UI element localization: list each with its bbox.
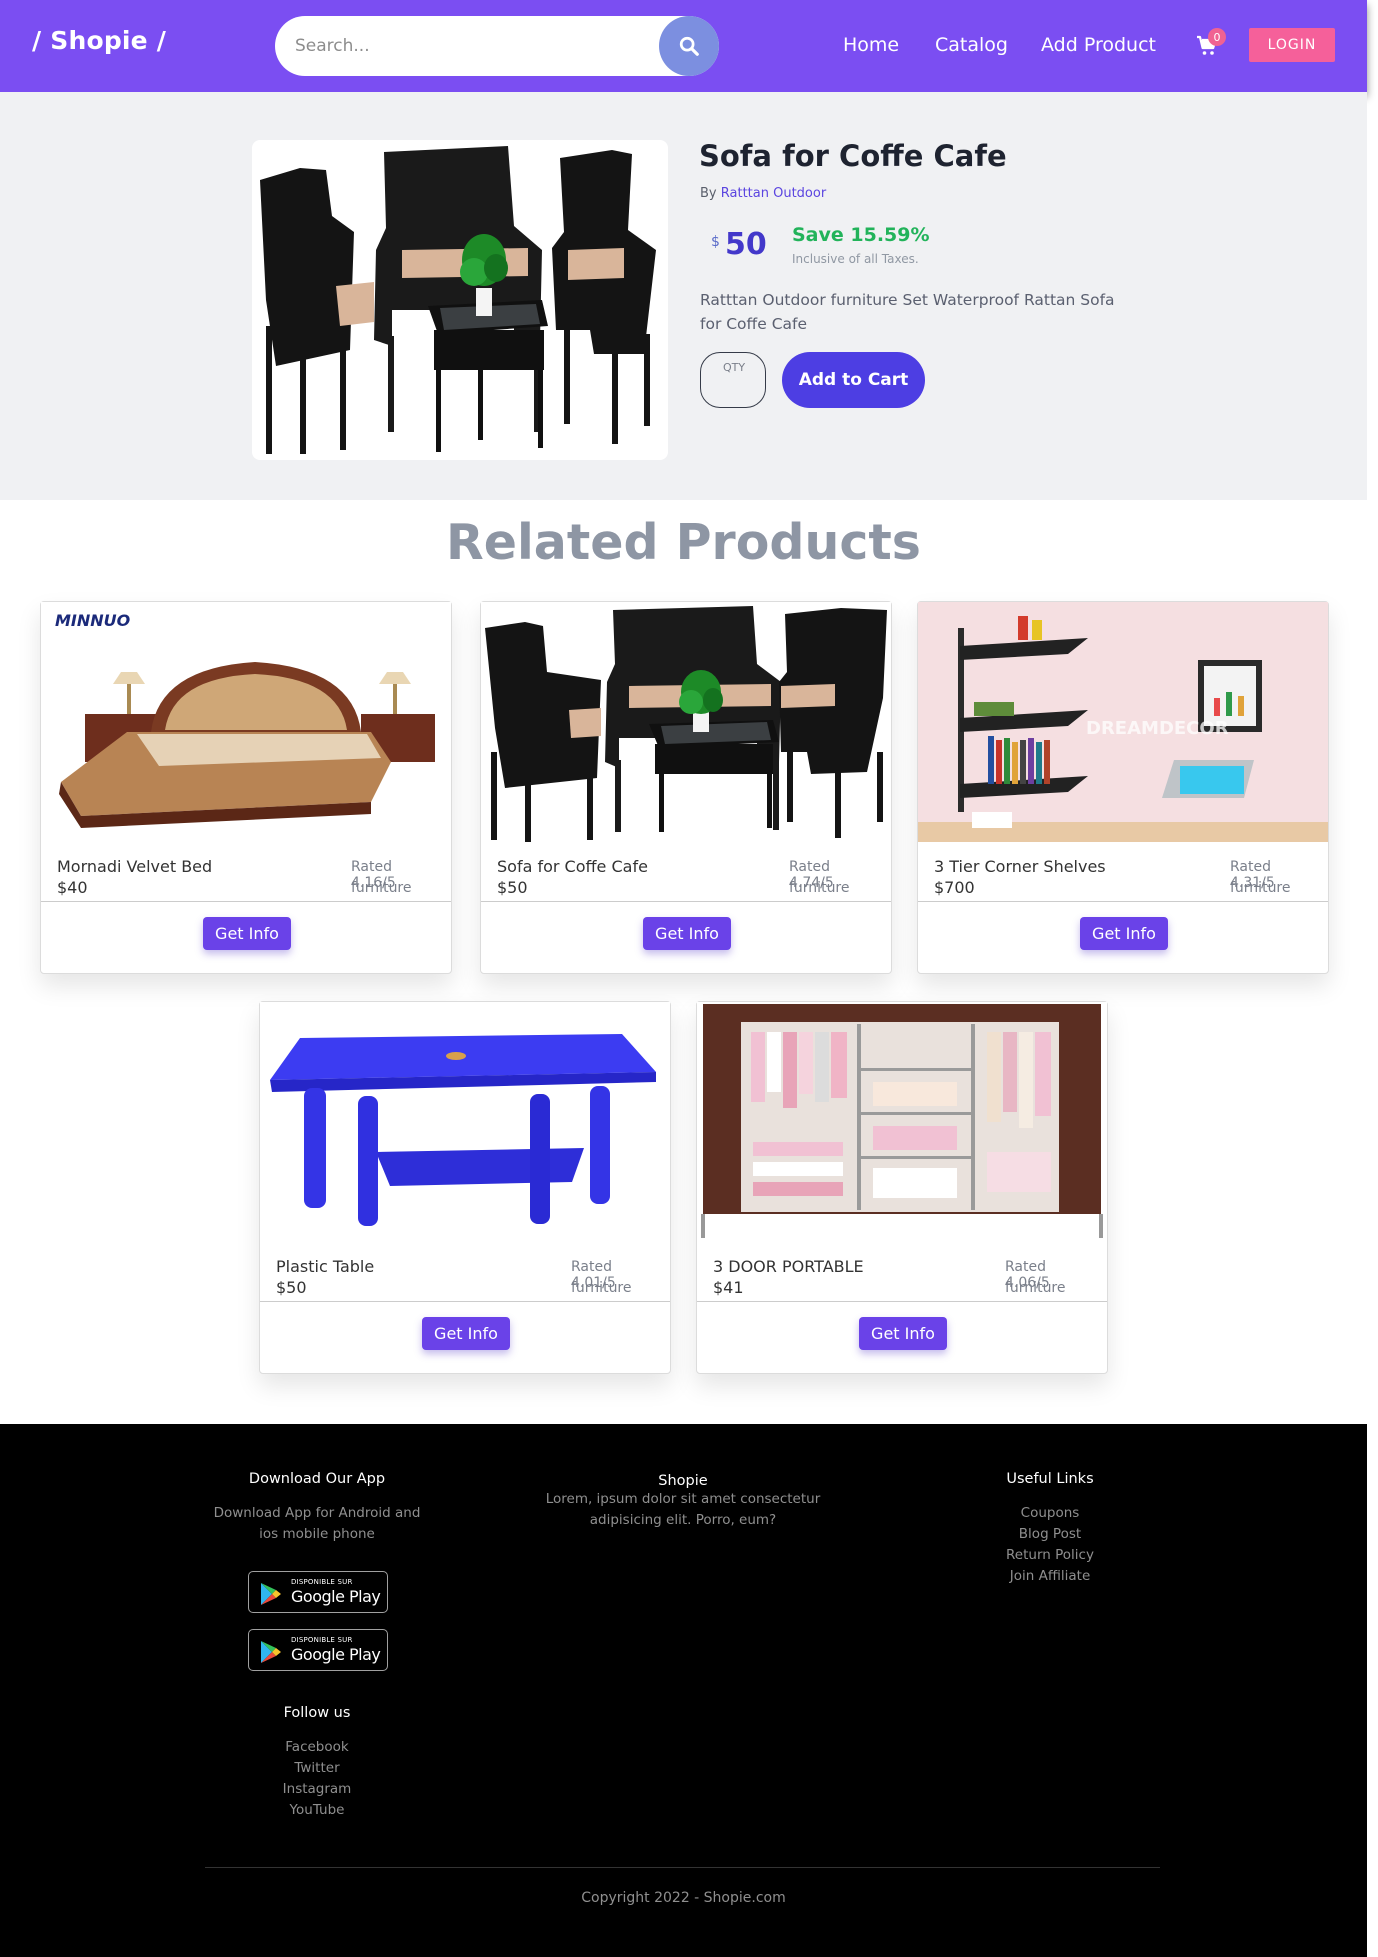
shelves-image: DREAMDECOR (918, 602, 1328, 842)
product-name: Plastic Table (276, 1257, 375, 1276)
rattan-set-image (481, 602, 891, 842)
by-prefix: By (700, 186, 717, 201)
quantity-input[interactable]: QTY (700, 352, 766, 408)
google-play-badge[interactable]: DISPONIBLE SUR Google Play (248, 1629, 388, 1671)
product-price: $50 (276, 1278, 307, 1297)
product-name: 3 DOOR PORTABLE (713, 1257, 864, 1276)
instagram-link[interactable]: Instagram (242, 1779, 392, 1800)
product-description: Ratttan Outdoor furniture Set Waterproof… (700, 291, 1115, 333)
discount-text: Save 15.59% (792, 224, 930, 246)
footer-about-text: Lorem, ipsum dolor sit amet consectetur … (545, 1491, 821, 1528)
login-button[interactable]: LOGIN (1249, 28, 1335, 62)
product-price: $40 (57, 878, 88, 897)
product-price: $50 (497, 878, 528, 897)
search-bar (275, 16, 719, 76)
google-play-badge[interactable]: DISPONIBLE SUR Google Play (248, 1571, 388, 1613)
download-heading: Download Our App (248, 1471, 386, 1487)
coupons-link[interactable]: Coupons (970, 1503, 1130, 1524)
card-divider (41, 901, 451, 902)
card-divider (260, 1301, 670, 1302)
download-text: Download App for Android and ios mobile … (213, 1505, 421, 1542)
product-price: $700 (934, 878, 975, 897)
youtube-link[interactable]: YouTube (242, 1800, 392, 1821)
footer-brand-heading: Shopie (658, 1473, 708, 1489)
badge-small-text: DISPONIBLE SUR (291, 1636, 353, 1644)
brand-logo[interactable]: / Shopie / (32, 26, 166, 55)
product-card[interactable]: MINNUO Mornadi Velvet Bed $40 Rated 4.16… (40, 601, 452, 974)
product-price: 50 (725, 227, 767, 262)
badge-small-text: DISPONIBLE SUR (291, 1578, 353, 1586)
brand-logo-minnuo: MINNUO (55, 611, 131, 630)
search-icon (679, 36, 699, 56)
google-play-icon (261, 1583, 281, 1605)
product-brand-line: By Ratttan Outdoor (700, 186, 826, 201)
badge-big-text: Google Play (291, 1587, 381, 1606)
product-title: Sofa for Coffe Cafe (699, 139, 1007, 173)
search-button[interactable] (659, 16, 719, 76)
get-info-button[interactable]: Get Info (203, 917, 291, 950)
useful-links-heading: Useful Links (1006, 1471, 1094, 1487)
cart-count-badge: 0 (1208, 28, 1226, 46)
get-info-button[interactable]: Get Info (422, 1317, 510, 1350)
product-category: furniture (789, 880, 850, 896)
footer: Download Our App Download App for Androi… (0, 1424, 1367, 1957)
product-name: Mornadi Velvet Bed (57, 857, 213, 876)
watermark-text: DREAMDECOR (1086, 718, 1229, 739)
add-to-cart-button[interactable]: Add to Cart (782, 352, 925, 408)
return-policy-link[interactable]: Return Policy (970, 1545, 1130, 1566)
brand-link[interactable]: Ratttan Outdoor (721, 186, 826, 201)
product-category: furniture (571, 1280, 632, 1296)
footer-follow-column: Follow us Facebook Twitter Instagram You… (242, 1705, 392, 1821)
product-name: Sofa for Coffe Cafe (497, 857, 648, 876)
product-card[interactable]: DREAMDECOR 3 Tier Corner Shelves $700 Ra… (917, 601, 1329, 974)
get-info-button[interactable]: Get Info (643, 917, 731, 950)
google-play-icon (261, 1641, 281, 1663)
related-products-heading: Related Products (446, 514, 921, 571)
card-divider (697, 1301, 1107, 1302)
get-info-button[interactable]: Get Info (1080, 917, 1168, 950)
join-affiliate-link[interactable]: Join Affiliate (970, 1566, 1130, 1587)
product-category: furniture (351, 880, 412, 896)
footer-divider (205, 1867, 1160, 1868)
search-input[interactable] (293, 31, 593, 61)
facebook-link[interactable]: Facebook (242, 1737, 392, 1758)
card-divider (481, 901, 891, 902)
bed-image: MINNUO (41, 602, 451, 842)
product-card[interactable]: 3 DOOR PORTABLE $41 Rated 4.06/5 furnitu… (696, 1001, 1108, 1374)
twitter-link[interactable]: Twitter (242, 1758, 392, 1779)
get-info-button[interactable]: Get Info (859, 1317, 947, 1350)
product-category: furniture (1005, 1280, 1066, 1296)
product-name: 3 Tier Corner Shelves (934, 857, 1106, 876)
nav-home-link[interactable]: Home (843, 34, 899, 56)
product-image (252, 140, 668, 460)
product-card[interactable]: Sofa for Coffe Cafe $50 Rated 4.74/5 fur… (480, 601, 892, 974)
footer-about-column: Shopie Lorem, ipsum dolor sit amet conse… (533, 1473, 833, 1531)
product-card[interactable]: Plastic Table $50 Rated 4.01/5 furniture… (259, 1001, 671, 1374)
blog-post-link[interactable]: Blog Post (970, 1524, 1130, 1545)
product-detail-section: Sofa for Coffe Cafe By Ratttan Outdoor $… (0, 92, 1367, 500)
wardrobe-image (697, 1002, 1107, 1242)
plastic-table-image (260, 1002, 670, 1242)
nav-catalog-link[interactable]: Catalog (935, 34, 1008, 56)
copyright-text: Copyright 2022 - Shopie.com (581, 1890, 786, 1906)
footer-useful-links-column: Useful Links Coupons Blog Post Return Po… (970, 1471, 1130, 1587)
card-divider (918, 901, 1328, 902)
navbar: / Shopie / Home Catalog Add Product 0 LO… (0, 0, 1367, 92)
product-category: furniture (1230, 880, 1291, 896)
footer-download-column: Download Our App Download App for Androi… (212, 1471, 422, 1545)
quantity-label: QTY (722, 361, 746, 374)
follow-heading: Follow us (283, 1705, 351, 1721)
currency-symbol: $ (711, 234, 720, 250)
badge-big-text: Google Play (291, 1645, 381, 1664)
product-price: $41 (713, 1278, 744, 1297)
nav-add-product-link[interactable]: Add Product (1041, 34, 1156, 56)
tax-note: Inclusive of all Taxes. (792, 252, 919, 266)
